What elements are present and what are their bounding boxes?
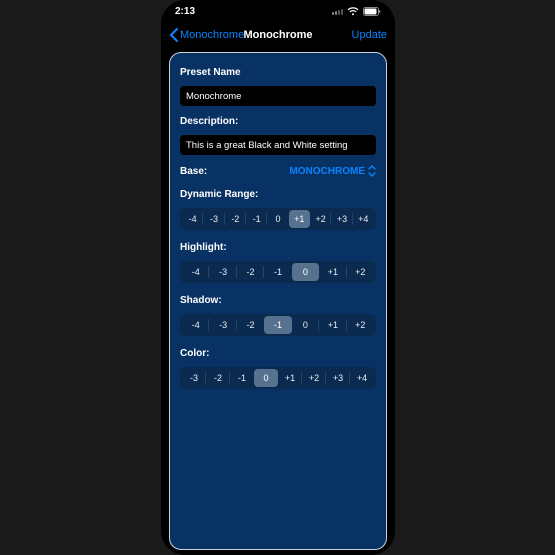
status-indicators [332, 7, 381, 16]
preset-name-label: Preset Name [180, 67, 376, 78]
phone-frame: 2:13 Monochrome Monochrome Update [161, 0, 395, 555]
back-label: Monochrome [180, 29, 244, 41]
segment-option[interactable]: +1 [278, 369, 302, 387]
segment-option[interactable]: 0 [254, 369, 278, 387]
base-label: Base: [180, 166, 207, 177]
segment-option[interactable]: -3 [209, 316, 236, 334]
segment-option[interactable]: -3 [203, 210, 224, 228]
status-time: 2:13 [175, 6, 195, 17]
segment-option[interactable]: +2 [310, 210, 331, 228]
back-button[interactable]: Monochrome [169, 28, 244, 42]
segment-option[interactable]: +2 [347, 316, 374, 334]
segment-option[interactable]: 0 [267, 210, 288, 228]
segment-option[interactable]: +1 [319, 316, 346, 334]
segment-option[interactable]: -1 [264, 263, 291, 281]
segment-option[interactable]: -2 [237, 263, 264, 281]
preset-name-value: Monochrome [186, 91, 241, 102]
segment-option[interactable]: +1 [319, 263, 346, 281]
nav-title: Monochrome [243, 29, 312, 41]
shadow-label: Shadow: [180, 295, 376, 306]
dynamic-range-segmented[interactable]: -4-3-2-10+1+2+3+4 [180, 208, 376, 230]
segment-option[interactable]: -2 [237, 316, 264, 334]
segment-option[interactable]: +4 [353, 210, 374, 228]
preset-name-input[interactable]: Monochrome [180, 86, 376, 106]
dynamic-range-label: Dynamic Range: [180, 189, 376, 200]
segment-option[interactable]: +2 [347, 263, 374, 281]
segment-option[interactable]: -4 [182, 263, 209, 281]
description-input[interactable]: This is a great Black and White setting [180, 135, 376, 155]
highlight-segmented[interactable]: -4-3-2-10+1+2 [180, 261, 376, 283]
segment-option[interactable]: -3 [209, 263, 236, 281]
color-label: Color: [180, 348, 376, 359]
segment-option[interactable]: -1 [246, 210, 267, 228]
segment-option[interactable]: 0 [292, 263, 319, 281]
base-selector[interactable]: MONOCHROME [289, 165, 376, 177]
description-label: Description: [180, 116, 376, 127]
segment-option[interactable]: -4 [182, 316, 209, 334]
segment-option[interactable]: -3 [182, 369, 206, 387]
base-value: MONOCHROME [289, 166, 365, 177]
segment-option[interactable]: -2 [206, 369, 230, 387]
update-button[interactable]: Update [352, 29, 387, 41]
segment-option[interactable]: -4 [182, 210, 203, 228]
segment-option[interactable]: +3 [331, 210, 352, 228]
segment-option[interactable]: -1 [264, 316, 291, 334]
segment-option[interactable]: +4 [350, 369, 374, 387]
chevron-left-icon [169, 28, 179, 42]
chevron-updown-icon [368, 165, 376, 177]
base-row: Base: MONOCHROME [180, 165, 376, 177]
description-value: This is a great Black and White setting [186, 140, 348, 151]
segment-option[interactable]: -1 [230, 369, 254, 387]
highlight-label: Highlight: [180, 242, 376, 253]
nav-bar: Monochrome Monochrome Update [161, 22, 395, 48]
wifi-icon [347, 7, 359, 16]
segment-option[interactable]: +3 [326, 369, 350, 387]
battery-icon [363, 7, 381, 16]
cellular-icon [332, 7, 343, 15]
segment-option[interactable]: +1 [289, 210, 310, 228]
segment-option[interactable]: 0 [292, 316, 319, 334]
preset-form-card: Preset Name Monochrome Description: This… [169, 52, 387, 550]
shadow-segmented[interactable]: -4-3-2-10+1+2 [180, 314, 376, 336]
status-bar: 2:13 [161, 0, 395, 22]
color-segmented[interactable]: -3-2-10+1+2+3+4 [180, 367, 376, 389]
segment-option[interactable]: +2 [302, 369, 326, 387]
segment-option[interactable]: -2 [225, 210, 246, 228]
